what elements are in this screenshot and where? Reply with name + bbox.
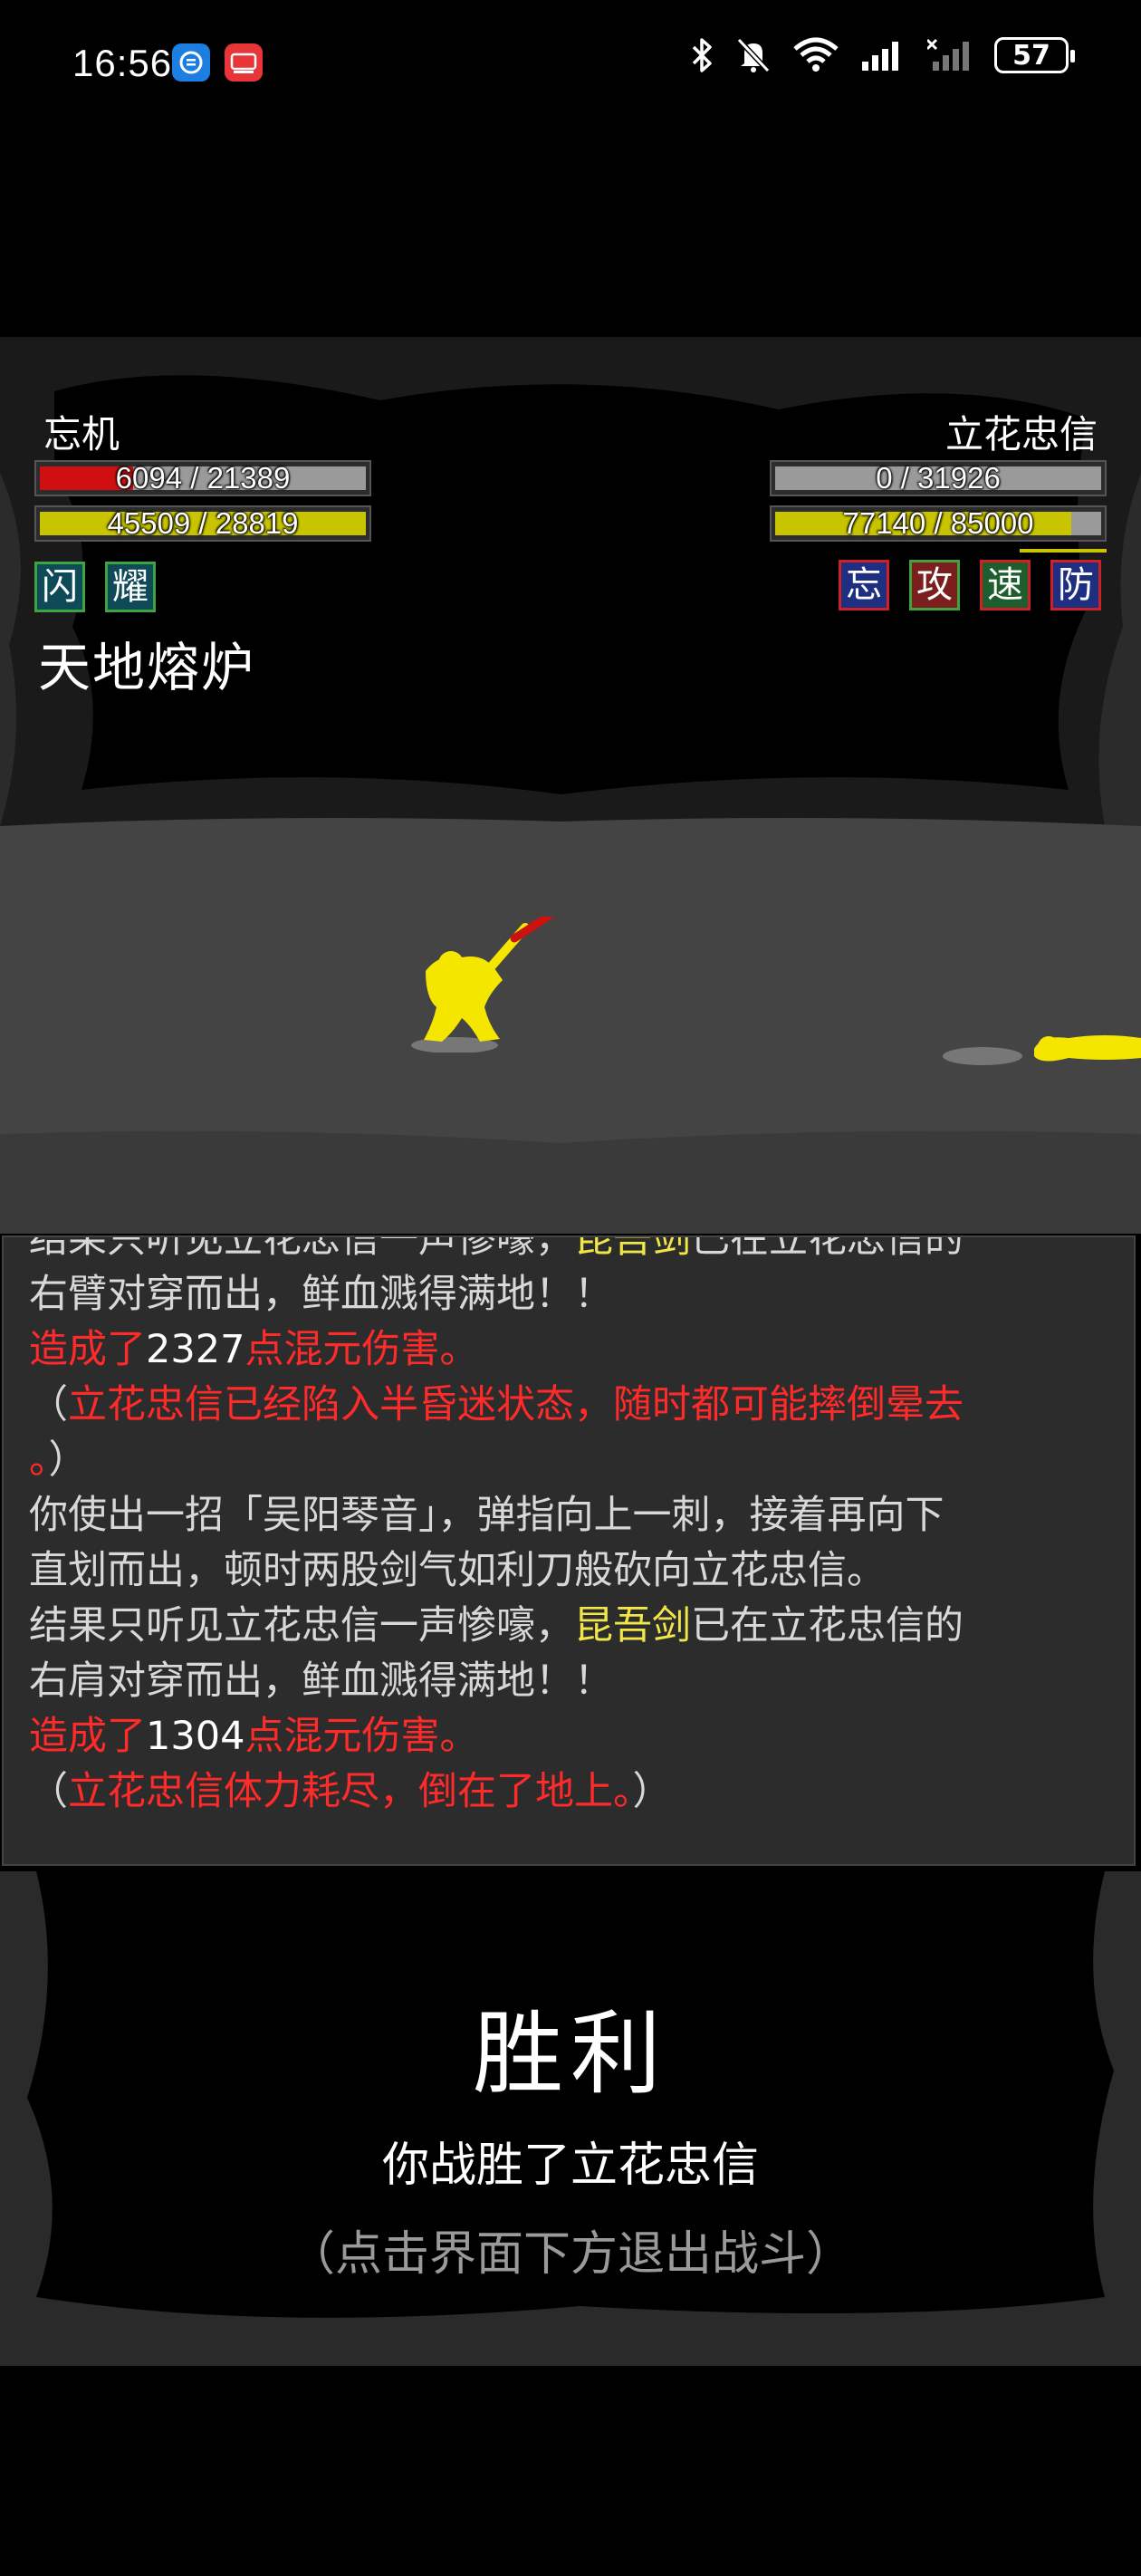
log-segment: 立花忠信体力耗尽，倒在了地上。 [68,1769,633,1814]
location-name: 天地熔炉 [38,637,256,698]
log-segment: 右臂对穿而出，鲜血溅得满地！！ [29,1272,613,1317]
enemy-name: 立花忠信 [944,412,1098,457]
log-segment: 2327 [146,1327,245,1372]
log-line: 结果只听见立花忠信一声惨嚎，昆吾剑已在立花忠信的 [29,1599,1116,1654]
log-segment: ） [48,1437,88,1483]
enemy-buff-forget[interactable]: 忘 [839,560,889,610]
log-segment: ） [632,1769,672,1814]
log-line: （立花忠信已经陷入半昏迷状态，随时都可能摔倒晕去 [29,1378,1116,1433]
log-segment: 右肩对穿而出，鲜血溅得满地！！ [29,1658,613,1704]
log-segment: （ [29,1382,68,1427]
huawei-app-icon [225,43,263,82]
mute-icon [736,37,771,73]
signal-icon [862,42,898,71]
player-hp-bar: 6094 / 21389 [34,460,371,496]
log-segment: 1304 [146,1714,245,1759]
status-icons: 57 [688,36,1075,74]
log-segment: 结果只听见立花忠信一声惨嚎， [29,1235,574,1262]
enemy-buff-speed[interactable]: 速 [980,560,1031,610]
battle-log[interactable]: 结果只听见立花忠信一声惨嚎，昆吾剑已在立花忠信的 右臂对穿而出，鲜血溅得满地！！造… [2,1235,1136,1866]
enemy-mp-text: 77140 / 85000 [842,506,1034,540]
enemy-fighter-fallen [943,1035,1141,1065]
player-name: 忘机 [43,412,120,457]
victory-title: 胜利 [473,2001,668,2107]
enemy-buff-attack[interactable]: 攻 [909,560,960,610]
player-mp-bar: 45509 / 28819 [34,505,371,542]
log-line: 。） [29,1433,1116,1488]
bluetooth-icon [692,38,712,72]
log-line: 造成了1304点混元伤害。 [29,1709,1116,1764]
enemy-energy-indicator [1020,549,1107,553]
enemy-hp-bar: 0 / 31926 [770,460,1107,496]
wifi-icon [793,37,839,72]
enemy-buff-defense[interactable]: 防 [1050,560,1101,610]
log-segment: 。 [29,1437,49,1483]
player-fighter [411,917,555,1053]
enemy-hp-text: 0 / 31926 [876,461,1001,495]
player-buff-flash[interactable]: 闪 [34,562,85,612]
log-line: （立花忠信体力耗尽，倒在了地上。） [29,1764,1116,1820]
log-segment: 结果只听见立花忠信一声惨嚎， [29,1603,574,1648]
status-time: 16:56 [72,42,173,84]
log-segment: 昆吾剑 [574,1603,691,1648]
log-segment: （ [29,1769,68,1814]
status-bar: 16:56 57 [0,0,1141,136]
log-segment: 你使出一招「吴阳琴音」，弹指向上一刺，接着再向下 [29,1493,944,1538]
log-segment: 造成了 [29,1327,146,1372]
log-line: 造成了2327点混元伤害。 [29,1322,1116,1378]
log-segment: 已在立花忠信的 [691,1235,964,1262]
log-line: 结果只听见立花忠信一声惨嚎，昆吾剑已在立花忠信的 [29,1235,1116,1267]
result-panel[interactable]: 胜利 你战胜了立花忠信 （点击界面下方退出战斗） [0,1871,1141,2366]
log-segment: 点混元伤害。 [244,1327,479,1372]
log-segment: 立花忠信已经陷入半昏迷状态，随时都可能摔倒晕去 [68,1382,964,1427]
player-buff-glory[interactable]: 耀 [105,562,156,612]
battle-arena[interactable]: 忘机 6094 / 21389 45509 / 28819 闪 耀 天地熔炉 立… [0,337,1141,1234]
log-segment: 昆吾剑 [574,1235,691,1262]
signal-off-icon [927,38,969,71]
player-mp-text: 45509 / 28819 [107,506,299,540]
battle-log-content: 结果只听见立花忠信一声惨嚎，昆吾剑已在立花忠信的 右臂对穿而出，鲜血溅得满地！！造… [29,1235,1116,1820]
result-background [0,1871,1141,2366]
log-line: 你使出一招「吴阳琴音」，弹指向上一刺，接着再向下 [29,1488,1116,1543]
log-line: 右臂对穿而出，鲜血溅得满地！！ [29,1267,1116,1322]
victory-message: 你战胜了立花忠信 [381,2139,759,2193]
exit-battle-hint[interactable]: （点击界面下方退出战斗） [0,2216,1141,2283]
log-segment: 已在立花忠信的 [691,1603,964,1648]
log-line: 直划而出，顿时两股剑气如利刀般砍向立花忠信。 [29,1543,1116,1599]
notification-app-icon [172,43,210,82]
battery-indicator: 57 [994,37,1075,73]
log-line: 右肩对穿而出，鲜血溅得满地！！ [29,1654,1116,1709]
log-segment: 点混元伤害。 [244,1714,479,1759]
log-segment: 造成了 [29,1714,146,1759]
player-hp-text: 6094 / 21389 [115,461,291,495]
enemy-mp-bar: 77140 / 85000 [770,505,1107,542]
log-segment: 直划而出，顿时两股剑气如利刀般砍向立花忠信。 [29,1548,886,1593]
